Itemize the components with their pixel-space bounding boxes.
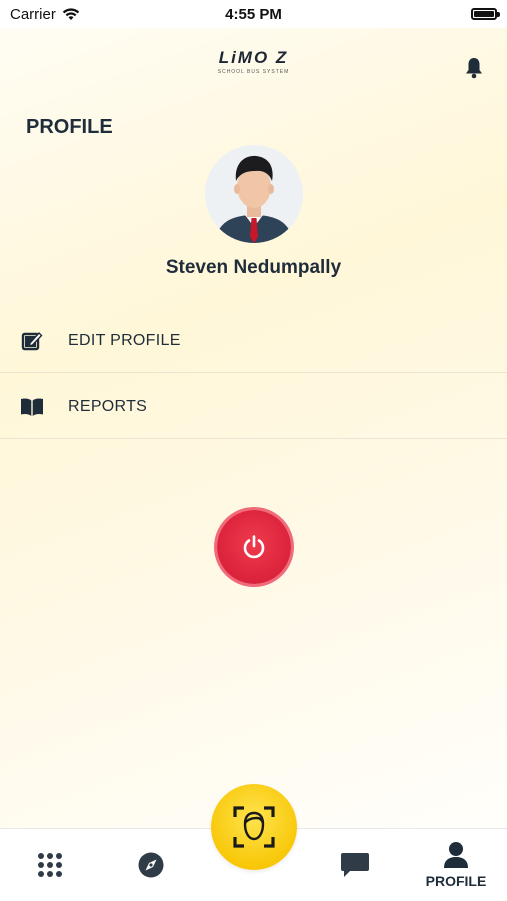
menu-item-reports[interactable]: REPORTS xyxy=(0,375,507,439)
tab-label: PROFILE xyxy=(425,873,487,889)
power-icon xyxy=(243,535,265,559)
app-logo: LiMO Z SCHOOL BUS SYSTEM xyxy=(0,48,507,75)
menu-item-edit-profile[interactable]: EDIT PROFILE xyxy=(0,309,507,373)
tab-explore[interactable] xyxy=(125,829,177,901)
tab-messages[interactable] xyxy=(327,829,383,901)
wifi-icon xyxy=(62,8,80,20)
menu-item-label: REPORTS xyxy=(68,397,148,415)
logo-text: LiMO Z xyxy=(218,48,289,67)
avatar-illustration xyxy=(205,145,303,243)
edit-icon xyxy=(20,329,44,353)
logo-tagline: SCHOOL BUS SYSTEM xyxy=(217,69,290,75)
logout-power-button[interactable] xyxy=(217,510,291,584)
face-scan-button[interactable] xyxy=(211,784,297,870)
profile-icon xyxy=(444,842,468,868)
menu-item-label: EDIT PROFILE xyxy=(68,331,181,349)
status-left: Carrier xyxy=(10,6,80,23)
status-bar: Carrier 4:55 PM xyxy=(0,0,507,28)
user-name: Steven Nedumpally xyxy=(165,257,342,278)
face-scan-icon xyxy=(233,806,275,848)
tab-profile[interactable]: PROFILE xyxy=(420,829,492,901)
avatar[interactable] xyxy=(205,145,303,243)
carrier-label: Carrier xyxy=(10,5,56,23)
page-title: PROFILE xyxy=(26,116,113,138)
tab-dashboard[interactable] xyxy=(24,829,76,901)
chat-icon xyxy=(341,853,369,877)
notification-bell-icon[interactable] xyxy=(462,56,486,80)
compass-icon xyxy=(138,852,164,878)
book-icon xyxy=(20,395,44,419)
battery-icon xyxy=(471,8,500,20)
grid-icon xyxy=(38,853,62,877)
